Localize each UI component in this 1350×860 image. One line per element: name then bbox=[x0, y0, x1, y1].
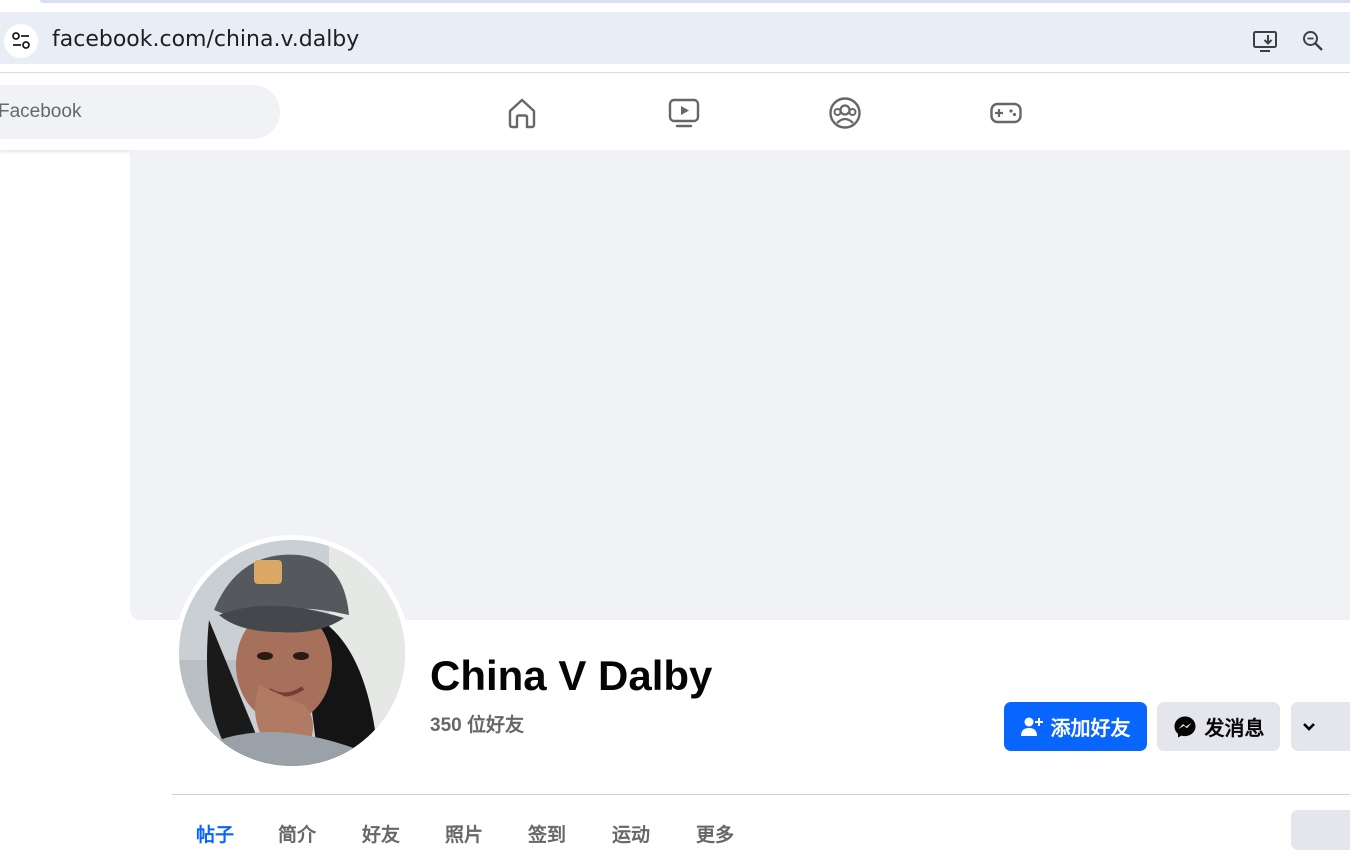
search-placeholder: Facebook bbox=[0, 101, 82, 122]
profile-divider bbox=[172, 794, 1350, 795]
profile-name: China V Dalby bbox=[430, 652, 713, 699]
facebook-search-input[interactable]: Facebook bbox=[0, 85, 280, 139]
facebook-top-nav: Facebook bbox=[0, 73, 1350, 150]
add-friend-label: 添加好友 bbox=[1050, 718, 1131, 740]
profile-avatar[interactable] bbox=[179, 540, 405, 766]
message-label: 发消息 bbox=[1204, 718, 1265, 740]
chevron-down-icon bbox=[1302, 722, 1316, 732]
tab-checkins[interactable]: 签到 bbox=[528, 820, 566, 847]
tab-photos[interactable]: 照片 bbox=[445, 820, 483, 847]
url-field[interactable]: facebook.com/china.v.dalby bbox=[0, 12, 1350, 64]
add-friend-button[interactable]: 添加好友 bbox=[1004, 702, 1147, 751]
zoom-icon[interactable] bbox=[1298, 26, 1328, 56]
browser-top-edge bbox=[0, 0, 1350, 4]
add-friend-icon bbox=[1020, 716, 1043, 738]
video-icon[interactable] bbox=[664, 93, 704, 133]
more-options-button[interactable] bbox=[1291, 702, 1350, 751]
site-info-icon[interactable] bbox=[4, 24, 38, 58]
home-icon[interactable] bbox=[502, 93, 542, 133]
install-app-icon[interactable] bbox=[1250, 26, 1280, 56]
tabs-overflow-button[interactable] bbox=[1291, 810, 1350, 850]
tab-about[interactable]: 简介 bbox=[278, 820, 316, 847]
tab-more[interactable]: 更多 bbox=[696, 820, 734, 847]
messenger-icon bbox=[1173, 715, 1197, 739]
message-button[interactable]: 发消息 bbox=[1157, 702, 1280, 751]
tab-posts[interactable]: 帖子 bbox=[196, 820, 234, 847]
browser-address-bar: facebook.com/china.v.dalby bbox=[0, 10, 1350, 66]
tab-sports[interactable]: 运动 bbox=[612, 820, 650, 847]
groups-icon[interactable] bbox=[825, 93, 865, 133]
friend-count[interactable]: 350 位好友 bbox=[430, 710, 524, 737]
gaming-icon[interactable] bbox=[986, 93, 1026, 133]
tab-friends[interactable]: 好友 bbox=[362, 820, 400, 847]
url-text[interactable]: facebook.com/china.v.dalby bbox=[52, 27, 359, 52]
